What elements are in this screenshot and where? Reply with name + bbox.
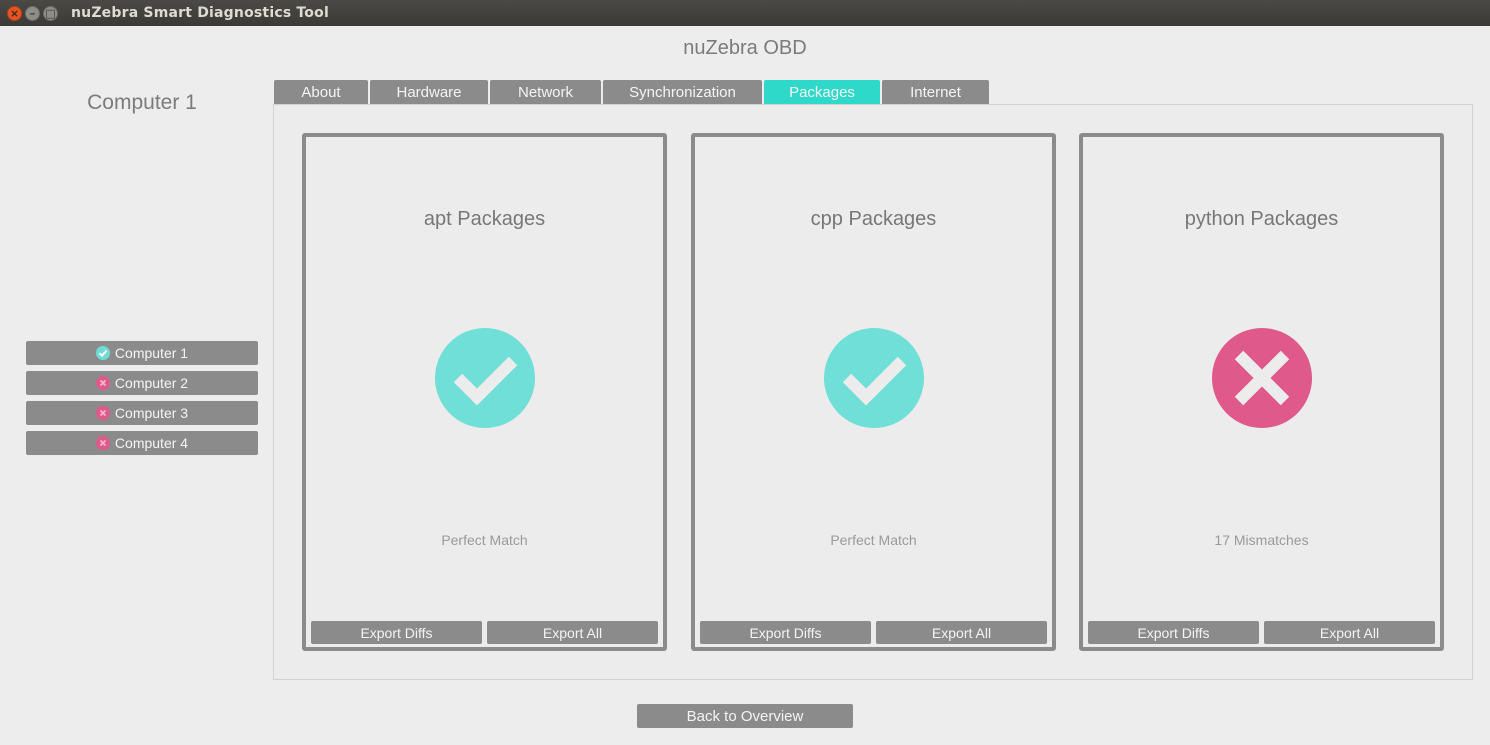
card-title: cpp Packages: [810, 208, 937, 230]
cpp-packages-card: cpp Packages Perfect Match Export Diffs …: [691, 133, 1056, 651]
export-all-button[interactable]: Export All: [1264, 621, 1435, 644]
window-title: nuZebra Smart Diagnostics Tool: [71, 5, 329, 21]
cross-icon: [1211, 328, 1312, 428]
export-all-button[interactable]: Export All: [876, 621, 1047, 644]
close-icon: ×: [9, 6, 20, 20]
tab-synchronization[interactable]: Synchronization: [603, 80, 762, 104]
computer-item-label: Computer 3: [114, 405, 189, 421]
card-status-text: Perfect Match: [441, 532, 528, 548]
minimize-icon: –: [29, 6, 36, 20]
check-icon: [434, 328, 535, 428]
tab-bar: About Hardware Network Synchronization P…: [274, 80, 991, 104]
computer-item-2[interactable]: Computer 2: [26, 371, 258, 395]
error-status-icon: [95, 436, 110, 450]
tab-network[interactable]: Network: [490, 80, 601, 104]
check-icon: [823, 328, 924, 428]
check-status-icon: [95, 346, 110, 360]
back-to-overview-button[interactable]: Back to Overview: [637, 704, 853, 728]
close-window-button[interactable]: ×: [7, 5, 22, 21]
computer-item-label: Computer 2: [114, 375, 189, 391]
window-titlebar: × – □ nuZebra Smart Diagnostics Tool: [0, 0, 1490, 26]
selected-computer-heading: Computer 1: [87, 91, 197, 114]
error-status-icon: [95, 406, 110, 420]
computer-item-3[interactable]: Computer 3: [26, 401, 258, 425]
card-title: apt Packages: [423, 208, 546, 230]
card-title: python Packages: [1184, 208, 1339, 230]
computer-list: Computer 1 Computer 2 Computer 3 Compute…: [26, 341, 258, 461]
computer-item-4[interactable]: Computer 4: [26, 431, 258, 455]
computer-item-1[interactable]: Computer 1: [26, 341, 258, 365]
tab-packages[interactable]: Packages: [764, 80, 880, 104]
card-buttons: Export Diffs Export All: [700, 621, 1047, 644]
card-status-text: Perfect Match: [830, 532, 917, 548]
apt-packages-card: apt Packages Perfect Match Export Diffs …: [302, 133, 667, 651]
python-packages-card: python Packages 17 Mismatches Export Dif…: [1079, 133, 1444, 651]
tab-internet[interactable]: Internet: [882, 80, 989, 104]
export-all-button[interactable]: Export All: [487, 621, 658, 644]
computer-item-label: Computer 4: [114, 435, 189, 451]
tab-hardware[interactable]: Hardware: [370, 80, 488, 104]
card-buttons: Export Diffs Export All: [1088, 621, 1435, 644]
export-diffs-button[interactable]: Export Diffs: [1088, 621, 1259, 644]
computer-item-label: Computer 1: [114, 345, 189, 361]
maximize-window-button[interactable]: □: [43, 5, 58, 21]
maximize-icon: □: [45, 6, 56, 20]
window-controls: × – □: [7, 5, 58, 21]
card-status-text: 17 Mismatches: [1214, 532, 1309, 548]
export-diffs-button[interactable]: Export Diffs: [311, 621, 482, 644]
tab-about[interactable]: About: [274, 80, 368, 104]
export-diffs-button[interactable]: Export Diffs: [700, 621, 871, 644]
error-status-icon: [95, 376, 110, 390]
minimize-window-button[interactable]: –: [25, 5, 40, 21]
app-title: nuZebra OBD: [683, 37, 807, 59]
card-buttons: Export Diffs Export All: [311, 621, 658, 644]
